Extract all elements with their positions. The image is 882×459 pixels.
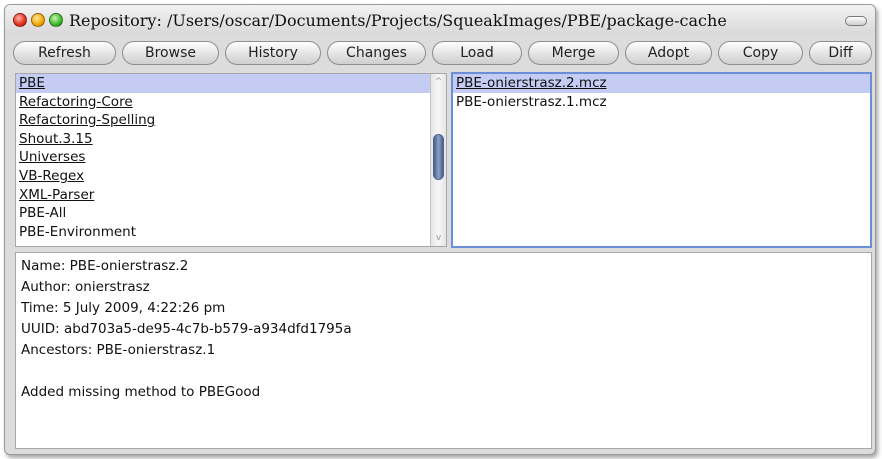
version-info-pane[interactable]: Name: PBE-onierstrasz.2 Author: onierstr… xyxy=(15,252,872,449)
title-bar[interactable]: Repository: /Users/oscar/Documents/Proje… xyxy=(5,5,875,35)
close-window-icon[interactable] xyxy=(13,13,27,27)
browse-button[interactable]: Browse xyxy=(122,41,219,65)
package-item-pbe-environment[interactable]: PBE-Environment xyxy=(16,223,446,242)
info-name: Name: PBE-onierstrasz.2 xyxy=(21,258,189,274)
scroll-down-arrow-icon[interactable]: v xyxy=(431,232,446,244)
monticello-repository-window: Repository: /Users/oscar/Documents/Proje… xyxy=(4,4,876,455)
package-item-xml-parser[interactable]: XML-Parser xyxy=(16,186,446,205)
package-item-pbe[interactable]: PBE xyxy=(16,74,446,93)
toolbar: Refresh Browse History Changes Load Merg… xyxy=(5,41,875,67)
maximize-window-icon[interactable] xyxy=(49,13,63,27)
package-item-vb-regex[interactable]: VB-Regex xyxy=(16,167,446,186)
diff-button[interactable]: Diff xyxy=(809,41,872,65)
package-item-pbe-all[interactable]: PBE-All xyxy=(16,204,446,223)
package-item-universes[interactable]: Universes xyxy=(16,148,446,167)
changes-button[interactable]: Changes xyxy=(327,41,426,65)
info-ancestors: Ancestors: PBE-onierstrasz.1 xyxy=(21,342,216,358)
refresh-button[interactable]: Refresh xyxy=(13,41,116,65)
version-list[interactable]: PBE-onierstrasz.2.mcz PBE-onierstrasz.1.… xyxy=(451,72,872,248)
copy-button[interactable]: Copy xyxy=(718,41,803,65)
info-uuid: UUID: abd703a5-de95-4c7b-b579-a934dfd179… xyxy=(21,321,352,337)
history-button[interactable]: History xyxy=(225,41,321,65)
package-list-scrollbar[interactable]: ^ v xyxy=(430,74,446,246)
adopt-button[interactable]: Adopt xyxy=(625,41,712,65)
package-list[interactable]: PBE Refactoring-Core Refactoring-Spellin… xyxy=(15,73,447,247)
commit-message: Added missing method to PBEGood xyxy=(21,384,261,400)
scrollbar-thumb[interactable] xyxy=(433,134,444,180)
package-item-refactoring-spelling[interactable]: Refactoring-Spelling xyxy=(16,111,446,130)
package-item-refactoring-core[interactable]: Refactoring-Core xyxy=(16,93,446,112)
load-button[interactable]: Load xyxy=(432,41,522,65)
collapse-window-icon[interactable] xyxy=(845,16,867,26)
merge-button[interactable]: Merge xyxy=(528,41,619,65)
version-item-2[interactable]: PBE-onierstrasz.2.mcz xyxy=(453,74,870,93)
info-time: Time: 5 July 2009, 4:22:26 pm xyxy=(21,300,226,316)
package-item-shout[interactable]: Shout.3.15 xyxy=(16,130,446,149)
info-author: Author: onierstrasz xyxy=(21,279,150,295)
scroll-up-arrow-icon[interactable]: ^ xyxy=(431,76,446,88)
minimize-window-icon[interactable] xyxy=(31,13,45,27)
version-item-1[interactable]: PBE-onierstrasz.1.mcz xyxy=(453,93,870,112)
window-title: Repository: /Users/oscar/Documents/Proje… xyxy=(69,11,727,30)
